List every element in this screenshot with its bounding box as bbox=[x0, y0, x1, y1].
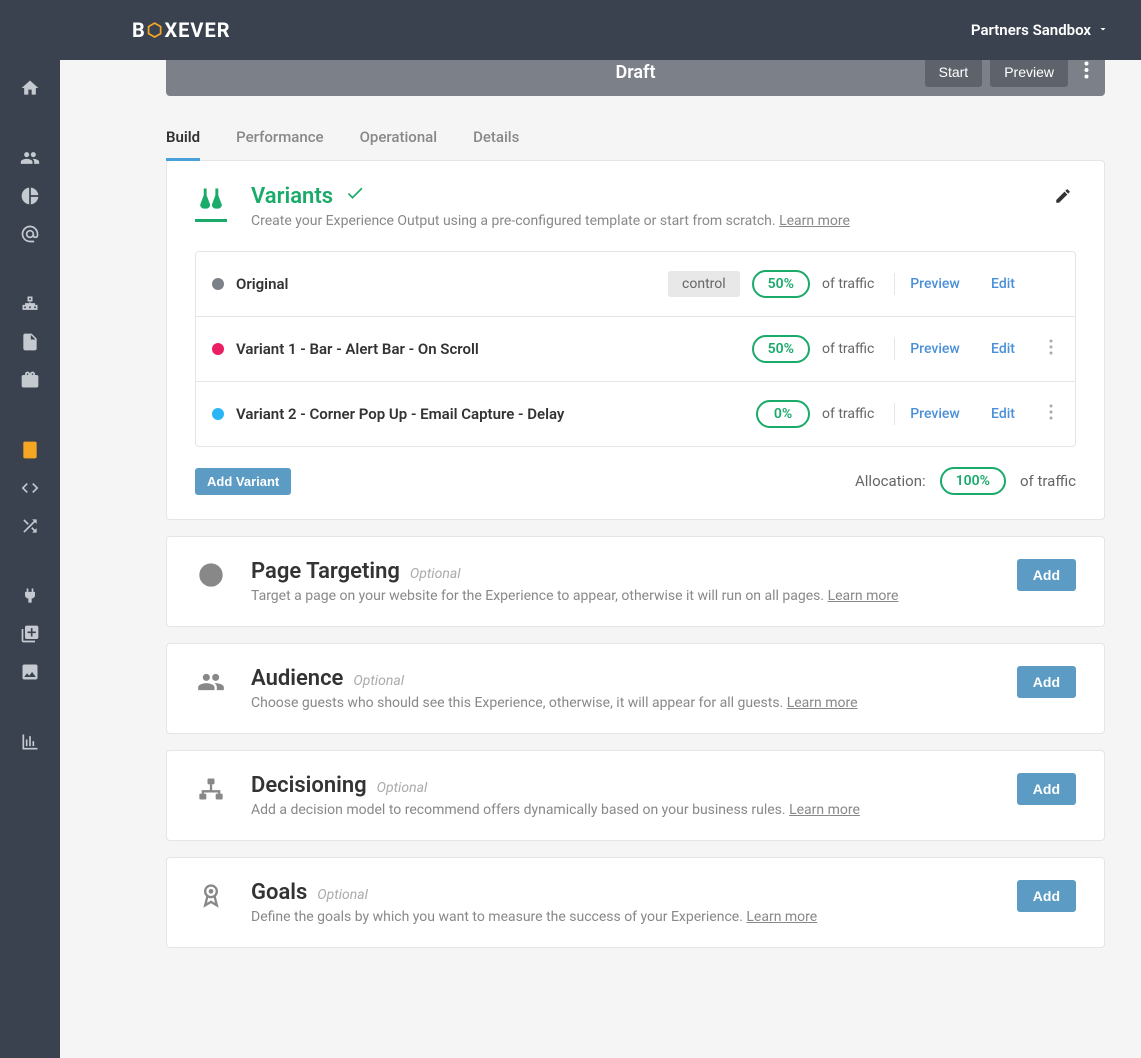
tenant-selector[interactable]: Partners Sandbox bbox=[971, 21, 1109, 39]
variant-row: Original control 50% of traffic Preview Edit bbox=[196, 252, 1075, 317]
topbar: B ⬡ XEVER Partners Sandbox bbox=[0, 0, 1141, 60]
traffic-label: of traffic bbox=[822, 406, 882, 422]
preview-link[interactable]: Preview bbox=[907, 276, 963, 292]
add-button[interactable]: Add bbox=[1017, 880, 1076, 912]
goals-card: Goals Optional Define the goals by which… bbox=[166, 857, 1105, 948]
variant-name: Variant 1 - Bar - Alert Bar - On Scroll bbox=[236, 340, 740, 358]
decisioning-title: Decisioning bbox=[251, 773, 367, 798]
pencil-icon[interactable] bbox=[1050, 183, 1076, 213]
flask-icon bbox=[195, 183, 227, 222]
row-more-icon[interactable] bbox=[1043, 404, 1059, 424]
more-menu-icon[interactable] bbox=[1076, 57, 1097, 88]
audience-subtitle: Choose guests who should see this Experi… bbox=[251, 695, 993, 711]
logo: B ⬡ XEVER bbox=[132, 18, 231, 42]
variants-card: Variants Create your Experience Output u… bbox=[166, 160, 1105, 520]
variants-title: Variants bbox=[251, 183, 1026, 209]
page_targeting-icon bbox=[195, 559, 227, 589]
file-code-icon[interactable] bbox=[0, 324, 60, 360]
shuffle-icon[interactable] bbox=[0, 508, 60, 544]
logo-text-post: XEVER bbox=[164, 18, 230, 42]
variant-row: Variant 1 - Bar - Alert Bar - On Scroll 5… bbox=[196, 317, 1075, 382]
goals-icon bbox=[195, 880, 227, 910]
home-icon[interactable] bbox=[0, 70, 60, 106]
variant-name: Variant 2 - Corner Pop Up - Email Captur… bbox=[236, 405, 744, 423]
edit-link[interactable]: Edit bbox=[975, 341, 1031, 357]
traffic-label: of traffic bbox=[822, 276, 882, 292]
pie-chart-icon[interactable] bbox=[0, 178, 60, 214]
at-icon[interactable] bbox=[0, 216, 60, 252]
users-icon[interactable] bbox=[0, 140, 60, 176]
optional-label: Optional bbox=[410, 566, 461, 582]
tablet-icon[interactable] bbox=[0, 432, 60, 468]
variants-subtitle: Create your Experience Output using a pr… bbox=[251, 213, 1026, 229]
optional-label: Optional bbox=[317, 887, 368, 903]
add-button[interactable]: Add bbox=[1017, 559, 1076, 591]
status-label: Draft bbox=[615, 62, 655, 83]
chevron-down-icon bbox=[1097, 21, 1109, 39]
analytics-icon[interactable] bbox=[0, 724, 60, 760]
edit-link[interactable]: Edit bbox=[975, 276, 1031, 292]
tenant-name: Partners Sandbox bbox=[971, 21, 1091, 39]
edit-link[interactable]: Edit bbox=[975, 406, 1031, 422]
tabs: Build Performance Operational Details bbox=[166, 120, 1105, 161]
tab-operational[interactable]: Operational bbox=[360, 120, 438, 161]
preview-link[interactable]: Preview bbox=[907, 341, 963, 357]
sitemap-icon[interactable] bbox=[0, 286, 60, 322]
variant-name: Original bbox=[236, 275, 616, 293]
audience-title: Audience bbox=[251, 666, 343, 691]
color-dot bbox=[212, 343, 224, 355]
code-icon[interactable] bbox=[0, 470, 60, 506]
traffic-percent[interactable]: 50% bbox=[752, 335, 810, 363]
preview-button[interactable]: Preview bbox=[990, 57, 1068, 87]
goals-title: Goals bbox=[251, 880, 307, 905]
allocation-label: Allocation: bbox=[855, 472, 926, 490]
add-button[interactable]: Add bbox=[1017, 666, 1076, 698]
add-button[interactable]: Add bbox=[1017, 773, 1076, 805]
learn-more-link[interactable]: Learn more bbox=[828, 588, 899, 604]
audience-card: Audience Optional Choose guests who shou… bbox=[166, 643, 1105, 734]
traffic-percent[interactable]: 50% bbox=[752, 270, 810, 298]
row-more-icon[interactable] bbox=[1043, 339, 1059, 359]
image-icon[interactable] bbox=[0, 654, 60, 690]
plug-icon[interactable] bbox=[0, 578, 60, 614]
allocation-percent: 100% bbox=[940, 467, 1006, 495]
goals-subtitle: Define the goals by which you want to me… bbox=[251, 909, 993, 925]
learn-more-link[interactable]: Learn more bbox=[789, 802, 860, 818]
gift-icon[interactable] bbox=[0, 362, 60, 398]
optional-label: Optional bbox=[353, 673, 404, 689]
traffic-label: of traffic bbox=[822, 341, 882, 357]
logo-text-pre: B bbox=[132, 18, 146, 42]
page_targeting-subtitle: Target a page on your website for the Ex… bbox=[251, 588, 993, 604]
audience-icon bbox=[195, 666, 227, 696]
decisioning-card: Decisioning Optional Add a decision mode… bbox=[166, 750, 1105, 841]
tab-build[interactable]: Build bbox=[166, 120, 200, 161]
traffic-percent[interactable]: 0% bbox=[756, 400, 810, 428]
learn-more-link[interactable]: Learn more bbox=[779, 213, 850, 229]
page_targeting-title: Page Targeting bbox=[251, 559, 400, 584]
color-dot bbox=[212, 278, 224, 290]
library-icon[interactable] bbox=[0, 616, 60, 652]
control-badge: control bbox=[668, 271, 740, 297]
variant-list: Originalcontrol50%of trafficPreviewEditV… bbox=[195, 251, 1076, 447]
allocation-suffix: of traffic bbox=[1020, 472, 1076, 490]
learn-more-link[interactable]: Learn more bbox=[787, 695, 858, 711]
page_targeting-card: Page Targeting Optional Target a page on… bbox=[166, 536, 1105, 627]
sidebar bbox=[0, 60, 60, 1058]
start-button[interactable]: Start bbox=[925, 57, 983, 87]
tab-performance[interactable]: Performance bbox=[236, 120, 323, 161]
variant-row: Variant 2 - Corner Pop Up - Email Captur… bbox=[196, 382, 1075, 446]
optional-label: Optional bbox=[377, 780, 428, 796]
check-icon bbox=[345, 184, 365, 209]
decisioning-icon bbox=[195, 773, 227, 803]
learn-more-link[interactable]: Learn more bbox=[746, 909, 817, 925]
preview-link[interactable]: Preview bbox=[907, 406, 963, 422]
decisioning-subtitle: Add a decision model to recommend offers… bbox=[251, 802, 993, 818]
add-variant-button[interactable]: Add Variant bbox=[195, 468, 291, 495]
tab-details[interactable]: Details bbox=[473, 120, 519, 161]
hexagon-icon: ⬡ bbox=[147, 20, 164, 41]
color-dot bbox=[212, 408, 224, 420]
